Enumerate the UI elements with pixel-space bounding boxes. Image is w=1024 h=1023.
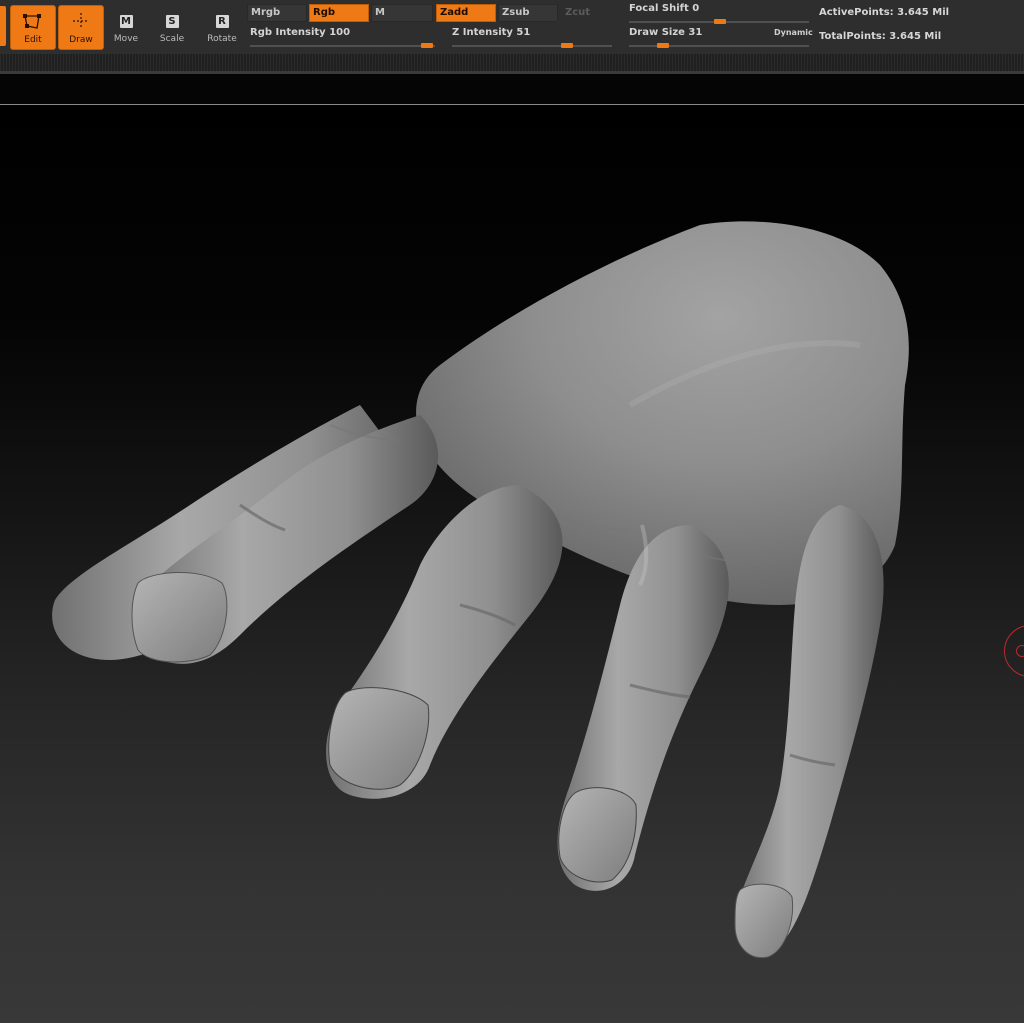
focal-shift-value: 0 [692,3,700,14]
document-canvas[interactable] [0,105,1024,1023]
rgb-intensity-label: Rgb Intensity [250,27,326,38]
rotate-icon: R [200,9,244,31]
focal-shift-label: Focal Shift [629,3,689,14]
brush-cursor-center [1016,645,1024,657]
z-intensity-label: Z Intensity [452,27,513,38]
edit-label: Edit [24,35,42,45]
scale-button[interactable]: S Scale [150,5,194,48]
zsub-toggle[interactable]: Zsub [498,4,558,22]
move-label: Move [113,34,139,44]
hand-sculpt-model [52,221,909,959]
focal-shift-slider[interactable]: Focal Shift 0 [629,3,699,14]
mrgb-toggle[interactable]: Mrgb [247,4,307,22]
z-intensity-slider[interactable]: Z Intensity 51 [452,27,530,38]
dynamic-toggle[interactable]: Dynamic [774,28,813,37]
move-key: M [119,15,133,28]
zcut-toggle[interactable]: Zcut [561,4,611,22]
rgb-intensity-track[interactable] [250,45,435,47]
move-button[interactable]: M Move [104,5,148,48]
canvas-top-margin [0,74,1024,104]
draw-size-slider[interactable]: Draw Size 31 [629,27,702,38]
scale-icon: S [150,9,194,31]
rgb-toggle[interactable]: Rgb [309,4,369,22]
scale-key: S [165,15,179,28]
edit-button[interactable]: Edit [10,5,56,50]
zadd-toggle[interactable]: Zadd [436,4,496,22]
palette-strip [0,54,1024,74]
active-points-stat: ActivePoints: 3.645 Mil [819,7,950,18]
top-toolbar: Edit Draw M Move S Scale R Rotate Mrgb R… [0,0,1024,54]
focal-shift-thumb[interactable] [714,19,726,24]
draw-size-value: 31 [688,27,703,38]
draw-label: Draw [69,35,93,45]
total-points-stat: TotalPoints: 3.645 Mil [819,31,942,42]
draw-icon [59,10,103,32]
edit-icon [11,10,55,32]
draw-size-track[interactable] [629,45,809,47]
draw-size-thumb[interactable] [657,43,669,48]
draw-button[interactable]: Draw [58,5,104,50]
rgb-intensity-slider[interactable]: Rgb Intensity 100 [250,27,350,38]
zbrush-app: { "toolbar": { "tools": [ {"label": "Edi… [0,0,1024,1023]
move-icon: M [104,9,148,31]
m-toggle[interactable]: M [371,4,433,22]
z-intensity-value: 51 [516,27,531,38]
rgb-intensity-value: 100 [329,27,351,38]
scale-label: Scale [159,34,185,44]
toolbar-edge-tab[interactable] [0,6,6,46]
draw-size-label: Draw Size [629,27,685,38]
z-intensity-thumb[interactable] [561,43,573,48]
z-intensity-track[interactable] [452,45,612,47]
rotate-key: R [215,15,229,28]
rgb-intensity-thumb[interactable] [421,43,433,48]
rotate-button[interactable]: R Rotate [200,5,244,48]
rotate-label: Rotate [207,34,237,44]
